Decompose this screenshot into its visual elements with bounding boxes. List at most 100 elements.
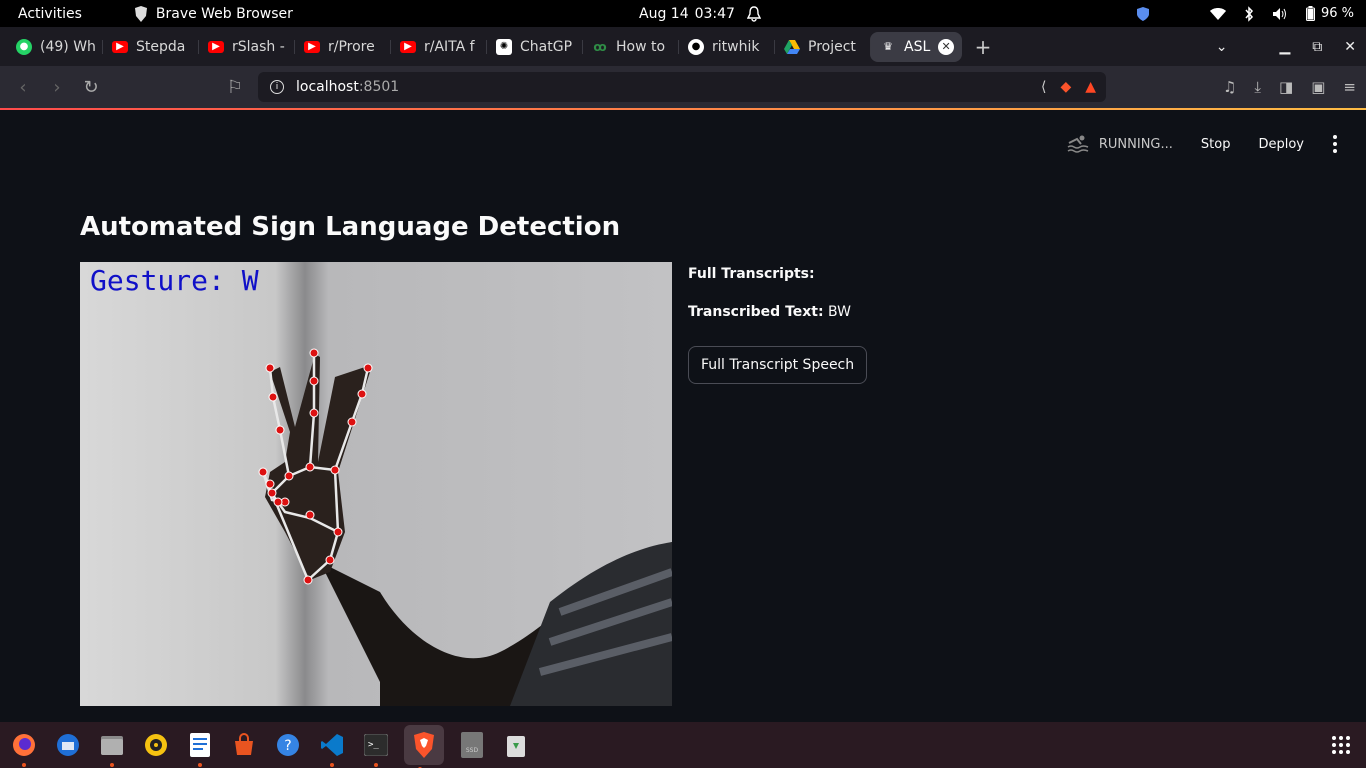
full-transcripts-label: Full Transcripts:: [688, 266, 815, 282]
tab-label: rSlash -: [232, 38, 285, 55]
page-title: Automated Sign Language Detection: [80, 212, 621, 242]
tab-label: ChatGP: [520, 38, 573, 55]
menu-icon[interactable]: ≡: [1343, 78, 1356, 96]
bookmark-icon[interactable]: ⚐: [218, 77, 252, 98]
close-tab-icon[interactable]: ✕: [938, 38, 954, 55]
vscode-icon[interactable]: [316, 729, 348, 767]
firefox-icon[interactable]: [8, 729, 40, 767]
main-menu-icon[interactable]: [1332, 135, 1338, 153]
shield-icon[interactable]: [1136, 6, 1150, 22]
close-window-icon[interactable]: ✕: [1344, 39, 1356, 55]
tab-list-chevron-icon[interactable]: ⌄: [1216, 39, 1228, 55]
battery-icon: [1305, 6, 1315, 21]
running-status: RUNNING...: [1067, 134, 1173, 154]
activities-button[interactable]: Activities: [18, 6, 82, 22]
forward-icon[interactable]: ›: [40, 77, 74, 98]
brave-icon[interactable]: [404, 725, 444, 768]
show-apps-icon[interactable]: [1332, 736, 1350, 754]
files-icon[interactable]: [96, 729, 128, 767]
whatsapp-icon: ●: [16, 38, 32, 55]
transcribed-text-value: BW: [828, 304, 851, 320]
tab-label: Stepda: [136, 38, 186, 55]
browser-tab[interactable]: ● (49) Wh: [6, 32, 102, 62]
streamlit-header: RUNNING... Stop Deploy: [1067, 134, 1338, 154]
streamlit-icon: ♛: [883, 40, 893, 53]
browser-tab[interactable]: ✺ ChatGP: [486, 32, 582, 62]
gesture-overlay-text: Gesture: W: [90, 264, 259, 297]
svg-text:SSD: SSD: [466, 747, 479, 754]
tab-label: ASL: [904, 38, 931, 55]
running-text: RUNNING...: [1098, 136, 1173, 152]
bluetooth-icon[interactable]: [1244, 5, 1254, 22]
tab-label: Project: [808, 38, 856, 55]
notification-bell-icon: [746, 5, 761, 22]
brave-icon: [134, 5, 147, 22]
media-icon[interactable]: ♫: [1223, 78, 1236, 96]
browser-tab-strip: ● (49) Wh ▶ Stepda ▶ rSlash - ▶ r/Prore …: [0, 27, 1366, 66]
browser-tab[interactable]: ꝏ How to: [582, 32, 678, 62]
brave-rewards-icon[interactable]: ▲: [1085, 79, 1096, 95]
disk-icon[interactable]: SSD: [456, 729, 488, 761]
taskbar-dock: ? >_ SSD: [0, 722, 1366, 768]
url-text: localhost:8501: [296, 79, 399, 95]
deploy-button[interactable]: Deploy: [1258, 137, 1304, 152]
transcript-panel: Full Transcripts: Transcribed Text: BW F…: [688, 266, 868, 384]
url-port: :8501: [358, 79, 400, 95]
svg-text:>_: >_: [368, 740, 379, 750]
streamlit-app: RUNNING... Stop Deploy Automated Sign La…: [0, 110, 1366, 722]
full-transcript-speech-button[interactable]: Full Transcript Speech: [688, 346, 868, 384]
clock[interactable]: Aug 14 03:47: [639, 6, 761, 22]
browser-tab[interactable]: ▶ r/Prore: [294, 32, 390, 62]
time-text: 03:47: [694, 5, 735, 22]
browser-tab[interactable]: ▶ Stepda: [102, 32, 198, 62]
brave-shields-icon[interactable]: ◆: [1060, 79, 1071, 95]
tab-label: r/Prore: [328, 38, 375, 55]
focused-app-name: Brave Web Browser: [155, 5, 293, 22]
window-controls: ⌄ ▁ ⧉ ✕: [1216, 39, 1356, 55]
browser-tab[interactable]: ▶ rSlash -: [198, 32, 294, 62]
browser-tab-active[interactable]: ♛ ASL ✕: [870, 31, 962, 62]
share-icon[interactable]: ⟨: [1041, 79, 1046, 95]
trash-icon[interactable]: [500, 729, 532, 761]
webcam-frame-image: [80, 262, 672, 706]
google-drive-icon: [784, 39, 800, 54]
svg-text:?: ?: [284, 738, 291, 754]
browser-tab[interactable]: ● ritwhik: [678, 32, 774, 62]
stop-button[interactable]: Stop: [1201, 137, 1231, 152]
minimize-icon[interactable]: ▁: [1279, 39, 1290, 55]
toolbar-actions: ♫ ⤓ ◨ ▣ ≡: [1223, 78, 1356, 96]
browser-tab[interactable]: ▶ r/AITA f: [390, 32, 486, 62]
download-icon[interactable]: ⤓: [1254, 78, 1261, 96]
new-tab-button[interactable]: +: [968, 35, 998, 59]
sidebar-icon[interactable]: ◨: [1279, 78, 1293, 96]
geeksforgeeks-icon: ꝏ: [593, 39, 607, 54]
chatgpt-icon: ✺: [496, 38, 512, 55]
app-center-icon[interactable]: [228, 729, 260, 761]
wallet-icon[interactable]: ▣: [1311, 78, 1325, 96]
site-info-icon[interactable]: i: [270, 80, 284, 94]
battery-indicator[interactable]: 96 %: [1305, 6, 1354, 21]
rhythmbox-icon[interactable]: [140, 729, 172, 761]
wifi-icon[interactable]: [1209, 7, 1226, 20]
back-icon[interactable]: ‹: [6, 77, 40, 98]
url-host: localhost: [296, 79, 359, 95]
help-icon[interactable]: ?: [272, 729, 304, 761]
browser-toolbar: ‹ › ↻ ⚐ i localhost:8501 ⟨ ◆ ▲ ♫ ⤓ ◨ ▣ ≡: [0, 66, 1366, 108]
libreoffice-writer-icon[interactable]: [184, 729, 216, 767]
terminal-icon[interactable]: >_: [360, 729, 392, 767]
address-bar[interactable]: i localhost:8501 ⟨ ◆ ▲: [258, 72, 1106, 102]
tab-label: (49) Wh: [40, 38, 96, 55]
focused-app-menu[interactable]: Brave Web Browser: [134, 5, 293, 22]
transcribed-text-label: Transcribed Text:: [688, 304, 824, 320]
reload-icon[interactable]: ↻: [74, 77, 108, 98]
youtube-icon: ▶: [400, 40, 416, 53]
thunderbird-icon[interactable]: [52, 729, 84, 761]
battery-percentage: 96 %: [1320, 6, 1354, 21]
swimmer-icon: [1067, 135, 1089, 153]
youtube-icon: ▶: [208, 40, 224, 53]
system-tray[interactable]: 96 %: [1136, 5, 1354, 22]
volume-icon[interactable]: [1272, 7, 1288, 21]
browser-tab[interactable]: Project: [774, 32, 870, 62]
maximize-icon[interactable]: ⧉: [1312, 39, 1322, 55]
youtube-icon: ▶: [112, 40, 128, 53]
